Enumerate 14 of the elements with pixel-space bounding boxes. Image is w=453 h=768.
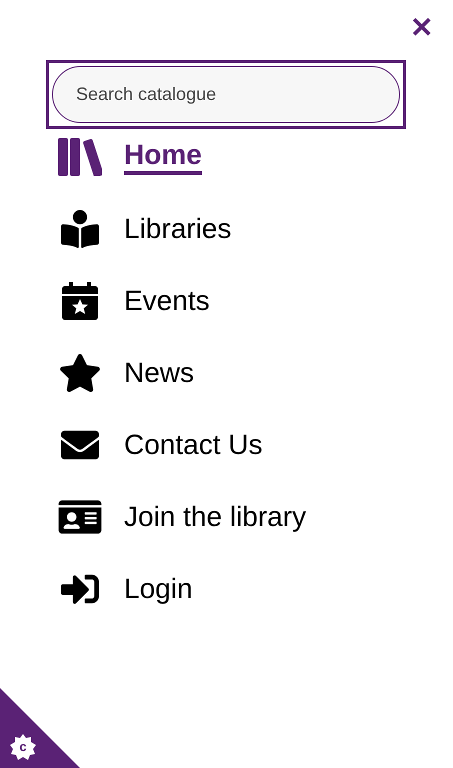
badge-icon[interactable]: c bbox=[10, 734, 36, 760]
star-icon bbox=[58, 354, 102, 392]
reader-icon bbox=[58, 210, 102, 248]
menu-item[interactable]: Login bbox=[56, 553, 453, 625]
books-icon bbox=[58, 138, 102, 176]
id-card-icon bbox=[58, 498, 102, 536]
menu-item[interactable]: Join the library bbox=[56, 481, 453, 553]
menu-item[interactable]: Events bbox=[56, 265, 453, 337]
search-field[interactable]: Search catalogue bbox=[52, 66, 400, 123]
menu-item[interactable]: Libraries bbox=[56, 193, 453, 265]
menu-item[interactable]: News bbox=[56, 337, 453, 409]
menu-item[interactable]: Home bbox=[56, 121, 453, 193]
menu-item[interactable]: Contact Us bbox=[56, 409, 453, 481]
close-button[interactable]: ✕ bbox=[410, 14, 433, 42]
